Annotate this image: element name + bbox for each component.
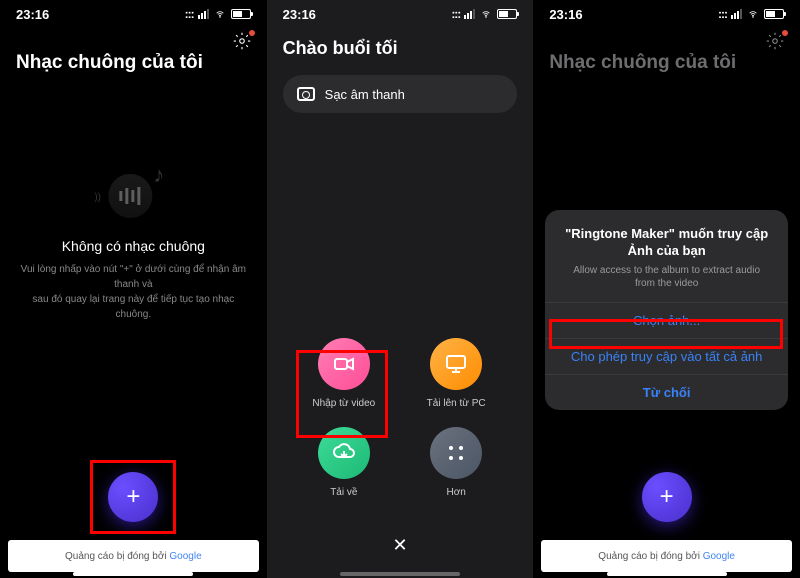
status-bar: 23:16 ::: xyxy=(267,0,534,28)
empty-title: Không có nhạc chuông xyxy=(19,238,248,254)
header: Nhạc chuông của tôi xyxy=(0,28,267,82)
status-icons: ::: xyxy=(185,7,251,21)
monitor-icon xyxy=(430,338,482,390)
add-button[interactable]: + xyxy=(108,472,158,522)
import-from-video-button[interactable]: Nhập từ video xyxy=(303,338,385,409)
plus-icon: + xyxy=(126,483,140,511)
video-icon xyxy=(318,338,370,390)
screen-my-ringtones: 23:16 ::: Nhạc chuông của tôi )) ♪ Không… xyxy=(0,0,267,578)
close-button[interactable]: ✕ xyxy=(392,535,407,556)
download-button[interactable]: Tải về xyxy=(303,427,385,498)
status-time: 23:16 xyxy=(283,7,316,22)
pill-label: Sạc âm thanh xyxy=(325,87,405,102)
status-time: 23:16 xyxy=(16,7,49,22)
permission-title: "Ringtone Maker" muốn truy cập Ảnh của b… xyxy=(563,226,770,260)
status-time: 23:16 xyxy=(549,7,582,22)
page-title: Nhạc chuông của tôi xyxy=(549,52,784,74)
status-bar: 23:16 ::: xyxy=(0,0,267,28)
more-button[interactable]: Hơn xyxy=(415,427,497,498)
battery-icon xyxy=(297,87,315,101)
ad-banner[interactable]: Quảng cáo bị đóng bởi Google xyxy=(8,540,259,572)
home-indicator[interactable] xyxy=(340,572,460,576)
grid-icon xyxy=(430,427,482,479)
greeting: Chào buổi tối xyxy=(267,28,534,69)
allow-all-photos-button[interactable]: Cho phép truy cập vào tất cả ảnh xyxy=(545,338,788,374)
screen-import-sheet: 23:16 ::: Chào buổi tối Sạc âm thanh Nhậ… xyxy=(267,0,534,578)
settings-button[interactable] xyxy=(764,30,786,52)
permission-dialog: "Ringtone Maker" muốn truy cập Ảnh của b… xyxy=(545,210,788,410)
notification-dot xyxy=(249,30,255,36)
deny-button[interactable]: Từ chối xyxy=(545,374,788,410)
status-icons: ::: xyxy=(451,7,517,21)
page-title: Nhạc chuông của tôi xyxy=(16,52,251,74)
upload-from-pc-button[interactable]: Tải lên từ PC xyxy=(415,338,497,409)
home-indicator[interactable] xyxy=(73,572,193,576)
header: Nhạc chuông của tôi xyxy=(533,28,800,82)
notification-dot xyxy=(782,30,788,36)
settings-button[interactable] xyxy=(231,30,253,52)
audio-charge-button[interactable]: Sạc âm thanh xyxy=(283,75,518,113)
empty-state: )) ♪ Không có nhạc chuông Vui lòng nhấp … xyxy=(19,164,248,322)
status-bar: 23:16 ::: xyxy=(533,0,800,28)
status-icons: ::: xyxy=(718,7,784,21)
music-icon: )) ♪ xyxy=(98,164,168,224)
ad-banner[interactable]: Quảng cáo bị đóng bởi Google xyxy=(541,540,792,572)
home-indicator[interactable] xyxy=(607,572,727,576)
screen-permission: 23:16 ::: Nhạc chuông của tôi Vui lòng n… xyxy=(533,0,800,578)
add-button[interactable]: + xyxy=(642,472,692,522)
empty-subtitle: Vui lòng nhấp vào nút "+" ở dưới cùng để… xyxy=(19,262,248,322)
select-photos-button[interactable]: Chọn ảnh... xyxy=(545,302,788,338)
plus-icon: + xyxy=(660,483,674,511)
permission-subtitle: Allow access to the album to extract aud… xyxy=(563,264,770,290)
cloud-download-icon xyxy=(318,427,370,479)
import-sheet: Nhập từ video Tải lên từ PC Tải về xyxy=(267,338,534,578)
